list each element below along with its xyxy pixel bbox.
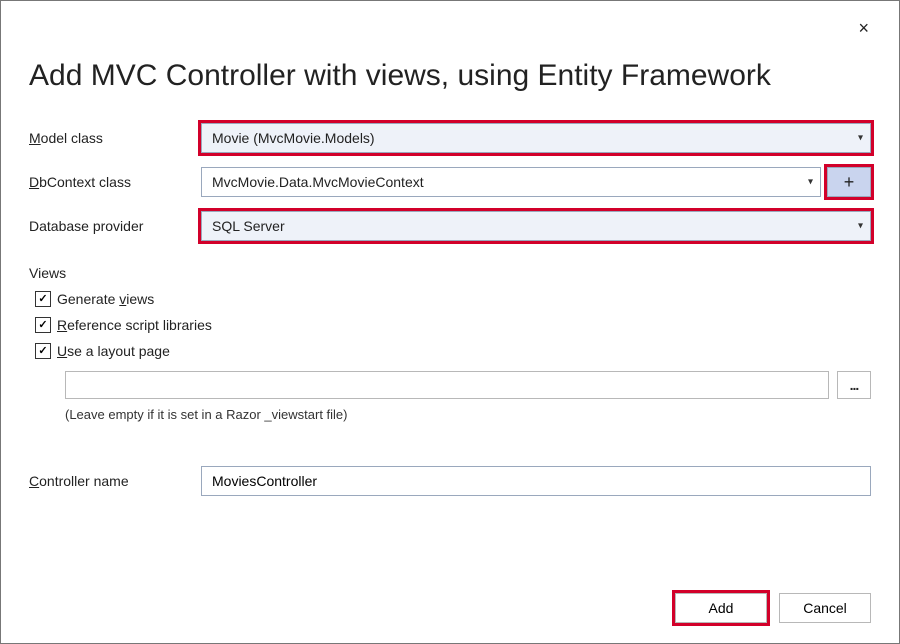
dbcontext-class-label: DbContext class bbox=[29, 174, 201, 190]
use-layout-label: Use a layout page bbox=[57, 343, 170, 359]
generate-views-row: Generate views bbox=[35, 291, 871, 307]
close-icon: × bbox=[858, 18, 869, 38]
dbcontext-class-row: DbContext class ▾ + bbox=[29, 167, 871, 197]
use-layout-checkbox[interactable] bbox=[35, 343, 51, 359]
generate-views-label: Generate views bbox=[57, 291, 154, 307]
layout-path-row: ... bbox=[65, 371, 871, 399]
database-provider-row: Database provider ▾ bbox=[29, 211, 871, 241]
controller-name-input[interactable] bbox=[201, 466, 871, 496]
close-button[interactable]: × bbox=[850, 15, 877, 41]
reference-scripts-checkbox[interactable] bbox=[35, 317, 51, 333]
controller-name-row: Controller name bbox=[29, 466, 871, 496]
layout-hint: (Leave empty if it is set in a Razor _vi… bbox=[65, 407, 871, 422]
reference-scripts-row: Reference script libraries bbox=[35, 317, 871, 333]
dbcontext-class-combo[interactable]: ▾ bbox=[201, 167, 821, 197]
model-class-row: Model class ▾ bbox=[29, 123, 871, 153]
use-layout-row: Use a layout page bbox=[35, 343, 871, 359]
controller-name-label: Controller name bbox=[29, 473, 201, 489]
browse-layout-button[interactable]: ... bbox=[837, 371, 871, 399]
model-class-combo[interactable]: ▾ bbox=[201, 123, 871, 153]
reference-scripts-label: Reference script libraries bbox=[57, 317, 212, 333]
ellipsis-icon: ... bbox=[850, 377, 859, 393]
views-section-label: Views bbox=[29, 265, 871, 281]
model-class-label: Model class bbox=[29, 130, 201, 146]
add-button[interactable]: Add bbox=[675, 593, 767, 623]
generate-views-checkbox[interactable] bbox=[35, 291, 51, 307]
dialog-footer: Add Cancel bbox=[675, 593, 871, 623]
model-class-input[interactable] bbox=[201, 123, 871, 153]
dbcontext-class-input[interactable] bbox=[201, 167, 821, 197]
dialog-title: Add MVC Controller with views, using Ent… bbox=[29, 59, 871, 93]
add-dbcontext-button[interactable]: + bbox=[827, 167, 871, 197]
database-provider-input[interactable] bbox=[201, 211, 871, 241]
database-provider-combo[interactable]: ▾ bbox=[201, 211, 871, 241]
database-provider-label: Database provider bbox=[29, 218, 201, 234]
cancel-button[interactable]: Cancel bbox=[779, 593, 871, 623]
layout-path-input[interactable] bbox=[65, 371, 829, 399]
dialog-window: × Add MVC Controller with views, using E… bbox=[0, 0, 900, 644]
plus-icon: + bbox=[844, 172, 855, 193]
